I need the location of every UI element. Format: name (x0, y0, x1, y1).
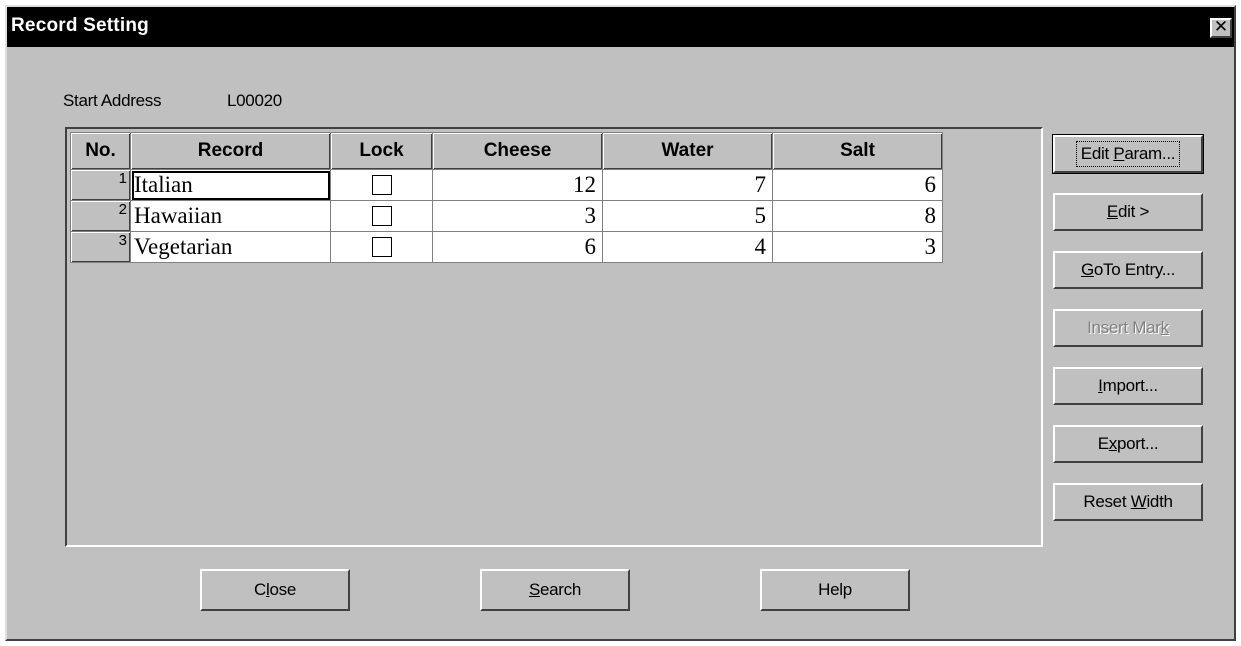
search-button[interactable]: Search (480, 569, 630, 611)
insert-mark-button[interactable]: Insert Mark (1053, 309, 1203, 347)
close-button[interactable]: Close (200, 569, 350, 611)
lock-checkbox[interactable] (371, 206, 392, 226)
salt-cell[interactable]: 6 (772, 169, 943, 201)
salt-cell[interactable]: 3 (772, 231, 943, 263)
cheese-cell[interactable]: 3 (432, 200, 603, 232)
column-header-cheese[interactable]: Cheese (432, 132, 603, 170)
lock-cell (330, 169, 433, 201)
title-bar[interactable]: Record Setting ✕ (7, 7, 1234, 47)
edit-button[interactable]: Edit > (1053, 193, 1203, 231)
goto-entry-button[interactable]: GoTo Entry... (1053, 251, 1203, 289)
insert-mark-label: Insert Mark (1087, 318, 1169, 337)
table-row: 2 Hawaiian 3 5 8 (70, 200, 943, 232)
import-label: Import... (1098, 376, 1158, 395)
help-button[interactable]: Help (760, 569, 910, 611)
salt-cell[interactable]: 8 (772, 200, 943, 232)
column-header-lock[interactable]: Lock (330, 132, 433, 170)
record-cell[interactable]: Hawaiian (130, 200, 331, 232)
start-address-value: L00020 (227, 91, 282, 110)
lock-checkbox[interactable] (371, 175, 392, 195)
column-header-water[interactable]: Water (602, 132, 773, 170)
help-label: Help (818, 580, 852, 599)
window-title: Record Setting (11, 15, 149, 36)
column-header-salt[interactable]: Salt (772, 132, 943, 170)
table-header-row: No. Record Lock Cheese Water Salt (70, 132, 943, 170)
edit-param-button[interactable]: Edit Param... (1052, 134, 1204, 174)
row-number[interactable]: 3 (70, 231, 131, 263)
export-button[interactable]: Export... (1053, 425, 1203, 463)
record-table: No. Record Lock Cheese Water Salt 1 Ital… (70, 132, 943, 263)
water-cell[interactable]: 5 (602, 200, 773, 232)
reset-width-button[interactable]: Reset Width (1053, 483, 1203, 521)
cheese-cell[interactable]: 6 (432, 231, 603, 263)
cheese-cell[interactable]: 12 (432, 169, 603, 201)
row-number[interactable]: 1 (70, 169, 131, 201)
water-cell[interactable]: 4 (602, 231, 773, 263)
lock-cell (330, 231, 433, 263)
water-cell[interactable]: 7 (602, 169, 773, 201)
row-number[interactable]: 2 (70, 200, 131, 232)
lock-checkbox[interactable] (371, 237, 392, 257)
table-row: 1 Italian 12 7 6 (70, 169, 943, 201)
import-button[interactable]: Import... (1053, 367, 1203, 405)
record-cell[interactable]: Italian (130, 169, 331, 201)
record-cell[interactable]: Vegetarian (130, 231, 331, 263)
close-label: Close (254, 580, 296, 599)
lock-cell (330, 200, 433, 232)
goto-entry-label: GoTo Entry... (1080, 260, 1176, 279)
close-icon[interactable]: ✕ (1210, 18, 1232, 38)
column-header-record[interactable]: Record (130, 132, 331, 170)
record-setting-dialog: Record Setting ✕ Start Address L00020 No… (5, 5, 1236, 641)
record-grid[interactable]: No. Record Lock Cheese Water Salt 1 Ital… (65, 127, 1043, 547)
column-header-no[interactable]: No. (70, 132, 131, 170)
edit-param-label: Edit Param... (1075, 141, 1181, 167)
search-label: Search (528, 580, 582, 599)
table-row: 3 Vegetarian 6 4 3 (70, 231, 943, 263)
start-address-label: Start Address (63, 91, 162, 110)
edit-label: Edit > (1106, 202, 1150, 221)
export-label: Export... (1097, 434, 1159, 453)
reset-width-label: Reset Width (1083, 492, 1173, 511)
